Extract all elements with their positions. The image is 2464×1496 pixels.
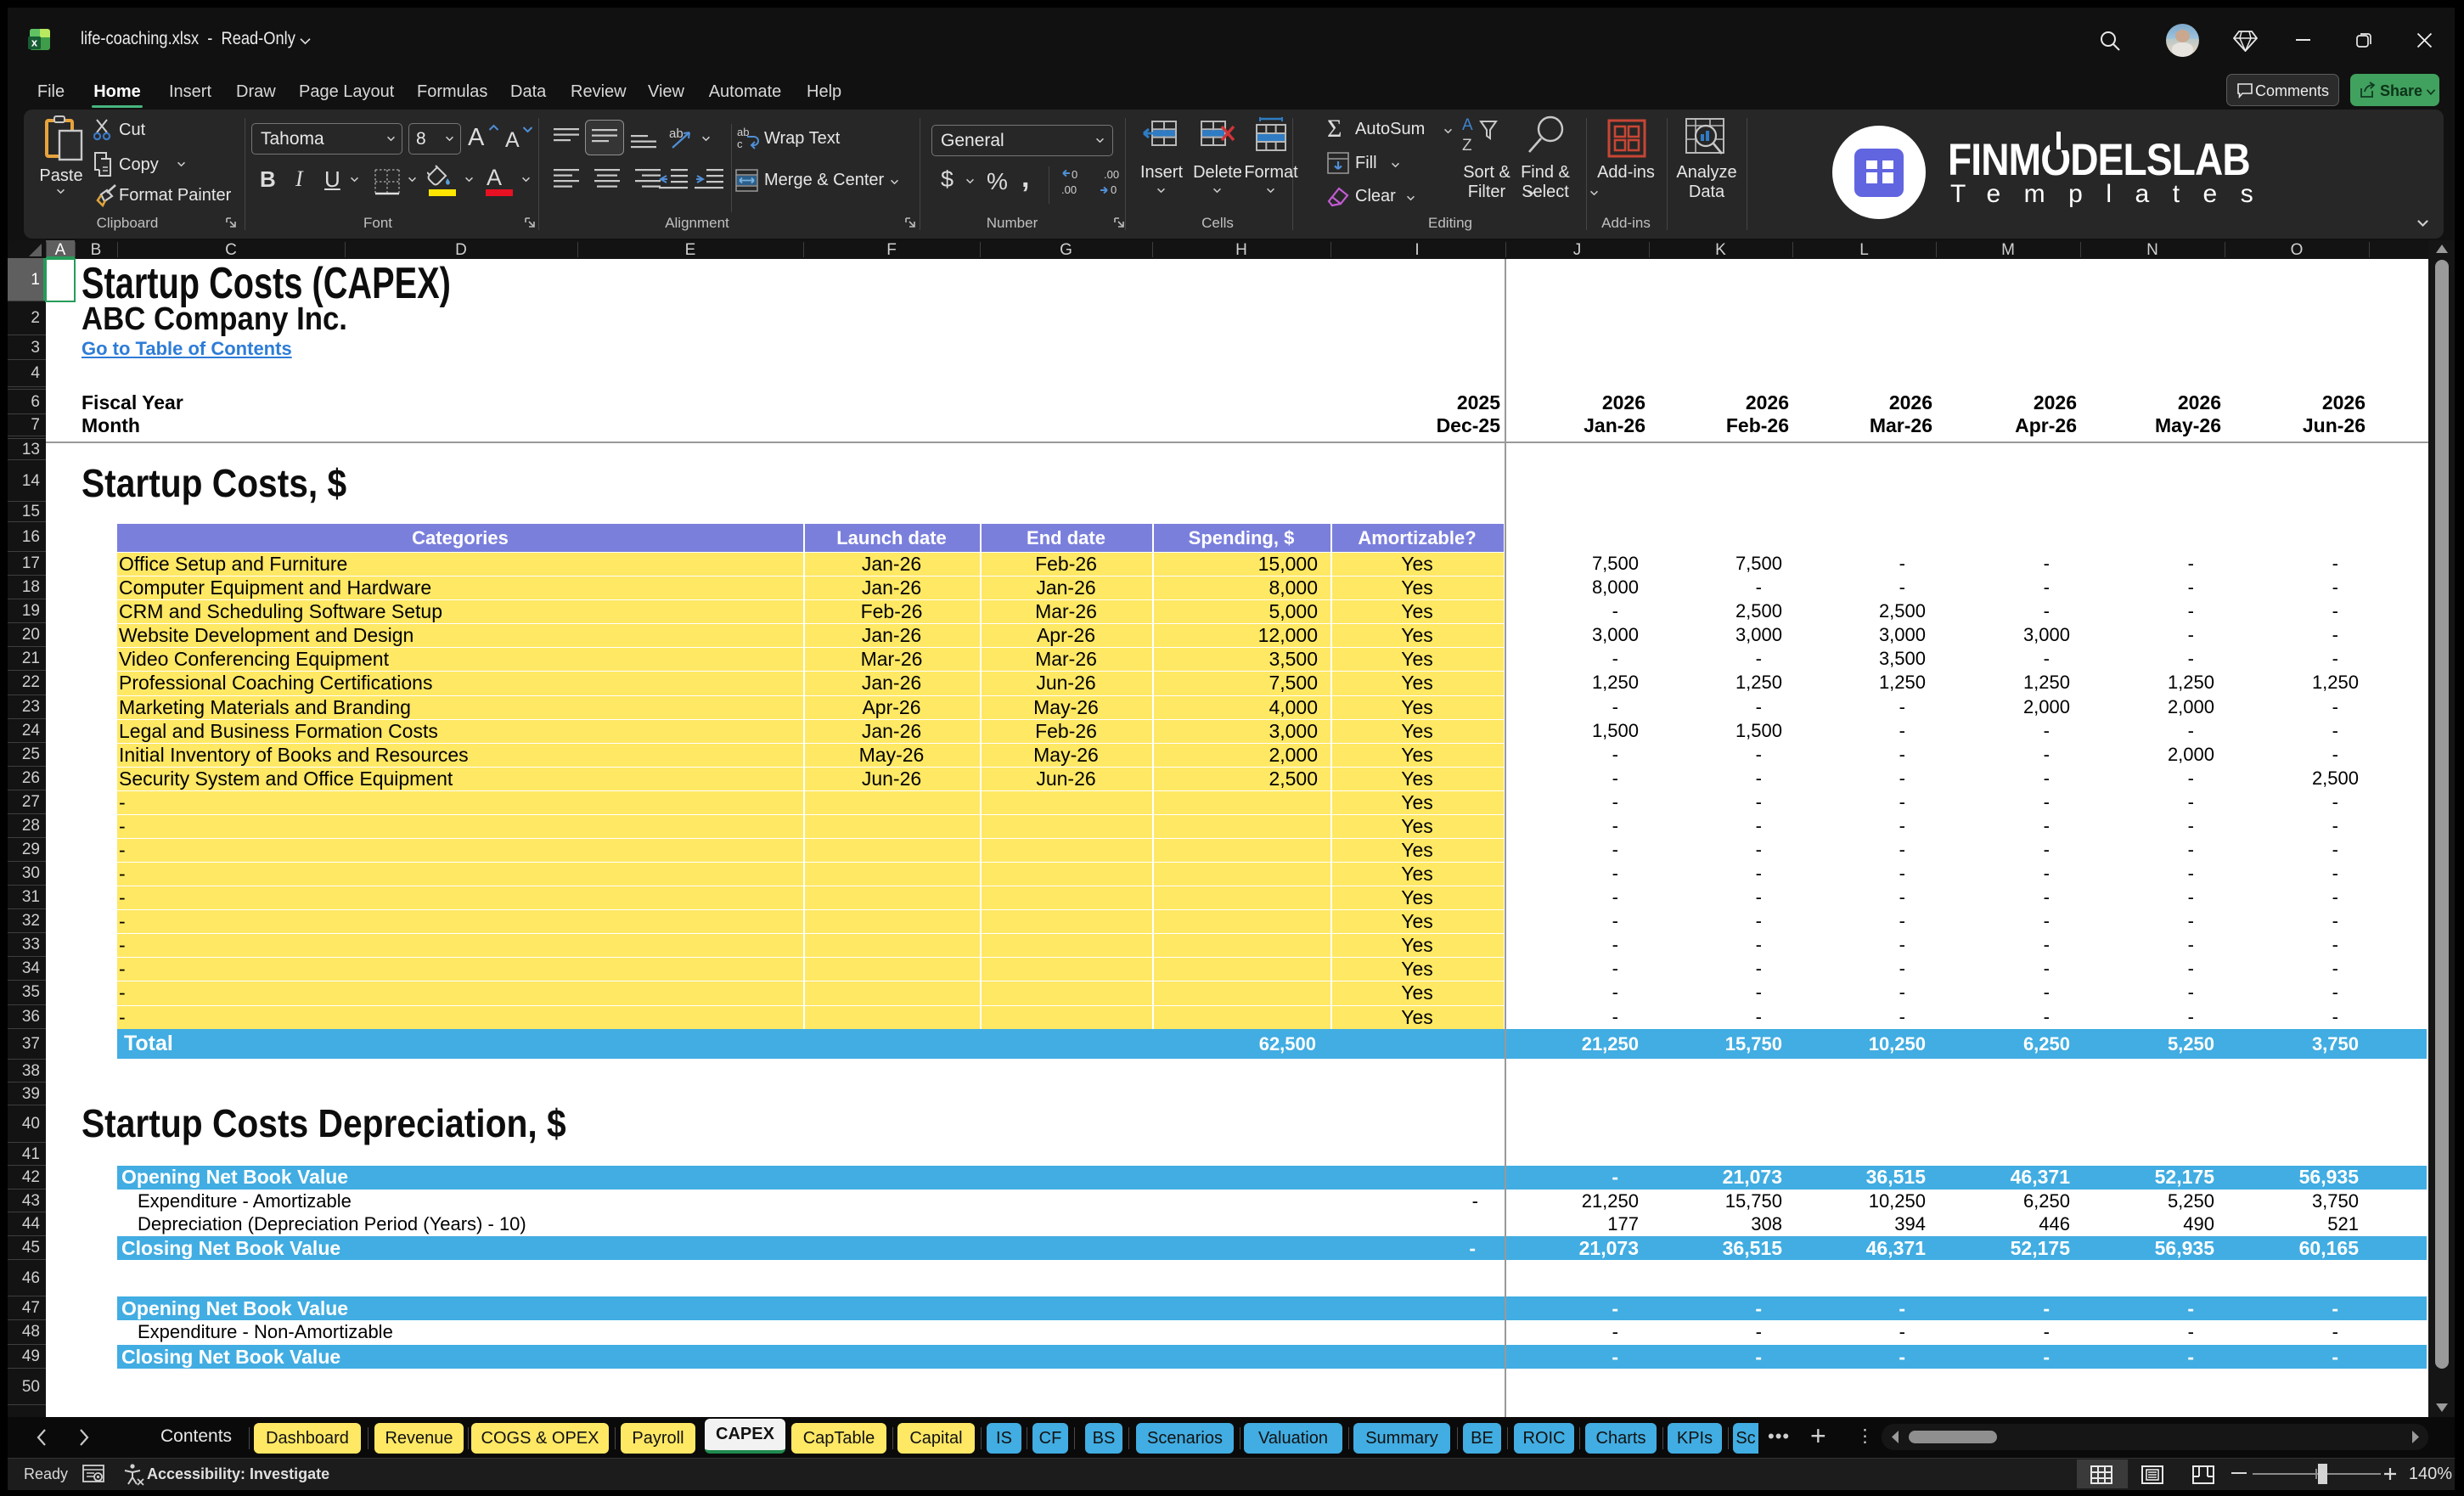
svg-text:Z: Z <box>1462 137 1472 154</box>
svg-text:0: 0 <box>1072 168 1077 181</box>
svg-text:.00: .00 <box>1061 183 1077 196</box>
svg-text:0: 0 <box>1111 183 1117 196</box>
svg-text:x: x <box>31 37 38 49</box>
svg-text:A: A <box>1462 116 1473 134</box>
svg-text:c: c <box>737 138 743 150</box>
